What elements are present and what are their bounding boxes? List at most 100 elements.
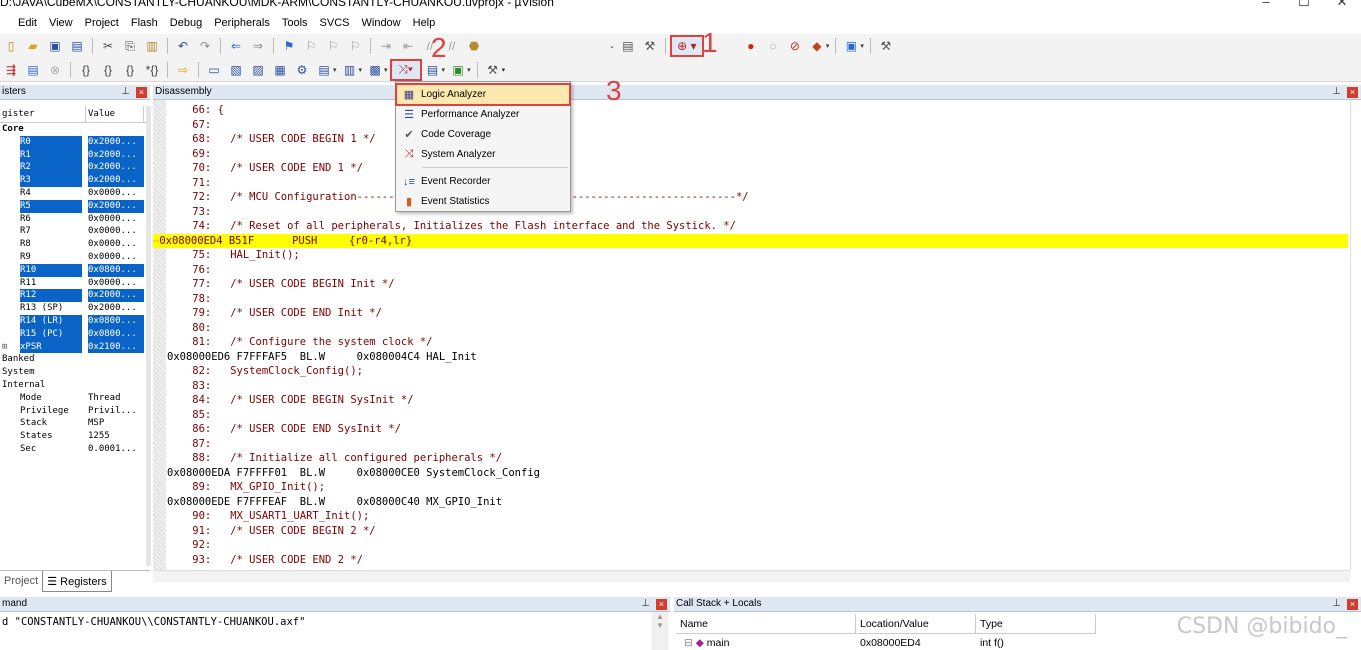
- navigate-back-icon[interactable]: ⇐: [227, 37, 245, 55]
- stop-icon[interactable]: ⊗: [46, 61, 64, 79]
- type-column-header[interactable]: Type: [976, 614, 1096, 634]
- pin-icon[interactable]: ⊥: [121, 85, 130, 99]
- toolbox-icon[interactable]: ⚒: [484, 61, 502, 79]
- menu-svcs[interactable]: SVCS: [314, 17, 356, 29]
- source-line[interactable]: 73:: [153, 205, 1348, 220]
- step-out-icon[interactable]: {}: [121, 61, 139, 79]
- register-value[interactable]: 0x0800...: [88, 314, 144, 328]
- watch-window-icon[interactable]: ▤: [315, 61, 333, 79]
- register-row[interactable]: R11 0x0000...: [0, 277, 146, 290]
- command-window-icon[interactable]: ▭: [205, 61, 223, 79]
- menu-flash[interactable]: Flash: [125, 17, 164, 29]
- indent-icon[interactable]: ⇥: [377, 37, 395, 55]
- source-line[interactable]: 89: MX_GPIO_Init();: [153, 480, 1348, 495]
- close-button[interactable]: ✕: [1323, 0, 1361, 10]
- source-line[interactable]: 90: MX_USART1_UART_Init();: [153, 509, 1348, 524]
- close-icon[interactable]: ×: [656, 599, 667, 610]
- register-row[interactable]: States 1255: [0, 430, 146, 443]
- command-scrollbar[interactable]: ▲ ▼: [652, 612, 668, 650]
- registers-scrollbar[interactable]: [146, 106, 151, 566]
- register-value[interactable]: 0x2000...: [88, 148, 144, 162]
- register-value[interactable]: 0x2000...: [88, 161, 144, 175]
- breakpoint-list-icon[interactable]: ◆: [808, 37, 826, 55]
- register-value[interactable]: 1255: [88, 430, 110, 443]
- source-line[interactable]: 81: /* Configure the system clock */: [153, 335, 1348, 350]
- menu-tools[interactable]: Tools: [276, 17, 314, 29]
- analysis-windows-icon[interactable]: ⤨▾: [389, 58, 422, 81]
- register-row[interactable]: R14 (LR) 0x0800...: [0, 314, 146, 328]
- dropdown-arrow-icon[interactable]: ▾: [333, 66, 337, 74]
- disassembly-window-icon[interactable]: ▧: [227, 61, 245, 79]
- menu-view[interactable]: View: [43, 17, 79, 29]
- menu-item-event-recorder[interactable]: ↓≡ Event Recorder: [397, 172, 569, 191]
- dropdown-arrow-icon[interactable]: ▾: [860, 42, 864, 50]
- register-value[interactable]: 0x2000...: [88, 135, 144, 149]
- breakpoint-icon[interactable]: ●: [742, 37, 760, 55]
- register-value[interactable]: 0x2100...: [88, 340, 144, 354]
- register-value[interactable]: 0x2000...: [88, 199, 144, 213]
- assembly-line[interactable]: 0x08000EDE F7FFFEAF BL.W 0x08000C40 MX_G…: [153, 495, 1348, 510]
- register-row[interactable]: R12 0x2000...: [0, 289, 146, 303]
- system-viewer-icon[interactable]: ▣: [449, 61, 467, 79]
- find-dropdown-icon[interactable]: ⌄: [609, 42, 615, 50]
- source-line[interactable]: 77: /* USER CODE BEGIN Init */: [153, 277, 1348, 292]
- register-row[interactable]: R1 0x2000...: [0, 148, 146, 162]
- tab-project[interactable]: Project: [0, 571, 42, 592]
- source-line[interactable]: 91: /* USER CODE BEGIN 2 */: [153, 524, 1348, 539]
- value-column-header[interactable]: Value: [86, 106, 144, 122]
- undo-icon[interactable]: ↶: [174, 37, 192, 55]
- source-line[interactable]: 66: {: [153, 103, 1348, 118]
- assembly-line[interactable]: 0x08000ED6 F7FFFAF5 BL.W 0x080004C4 HAL_…: [153, 350, 1348, 365]
- registers-window-icon[interactable]: ▦: [271, 61, 289, 79]
- breakpoint-kill-icon[interactable]: ⊘: [786, 37, 804, 55]
- register-row[interactable]: Privilege Privil...: [0, 405, 146, 418]
- save-icon[interactable]: ▣: [46, 37, 64, 55]
- register-value[interactable]: 0x2000...: [88, 302, 137, 315]
- dropdown-arrow-icon[interactable]: ▾: [359, 66, 363, 74]
- disassembly-vertical-scrollbar[interactable]: [1350, 100, 1361, 570]
- breakpoint-disable-icon[interactable]: ○: [764, 37, 782, 55]
- configure-icon[interactable]: ⚒: [877, 37, 895, 55]
- bookmark-clear-icon[interactable]: ⚐: [346, 37, 364, 55]
- dropdown-arrow-icon[interactable]: ▾: [502, 66, 506, 74]
- register-value[interactable]: 0x0000...: [88, 238, 137, 251]
- register-row[interactable]: R8 0x0000...: [0, 238, 146, 251]
- maximize-button[interactable]: ☐: [1285, 0, 1323, 10]
- reset-cpu-icon[interactable]: ⇶: [2, 61, 20, 79]
- register-row[interactable]: System: [0, 366, 146, 379]
- source-line[interactable]: 86: /* USER CODE END SysInit */: [153, 422, 1348, 437]
- menu-item-performance-analyzer[interactable]: ☰ Performance Analyzer: [397, 105, 569, 124]
- assembly-line[interactable]: 0x08000EDA F7FFFF01 BL.W 0x08000CE0 Syst…: [153, 466, 1348, 481]
- serial-window-icon[interactable]: ▩: [366, 61, 384, 79]
- register-row[interactable]: R0 0x2000...: [0, 135, 146, 149]
- location-column-header[interactable]: Location/Value: [856, 614, 976, 634]
- register-row[interactable]: R3 0x2000...: [0, 174, 146, 187]
- new-file-icon[interactable]: ▯: [2, 37, 20, 55]
- register-value[interactable]: 0x0000...: [88, 251, 137, 264]
- copy-icon[interactable]: ⎘: [121, 37, 139, 55]
- bookmark-icon[interactable]: ⚑: [280, 37, 298, 55]
- register-value[interactable]: 0x0000...: [88, 225, 137, 238]
- paste-icon[interactable]: ▥: [143, 37, 161, 55]
- source-line[interactable]: 78:: [153, 292, 1348, 307]
- register-value[interactable]: 0x0000...: [88, 213, 137, 226]
- source-line[interactable]: 69:: [153, 147, 1348, 162]
- menu-window[interactable]: Window: [356, 17, 407, 29]
- source-line[interactable]: 70: /* USER CODE END 1 */: [153, 161, 1348, 176]
- memory-window-icon[interactable]: ▥: [341, 61, 359, 79]
- trace-icon[interactable]: ▤: [424, 61, 442, 79]
- source-line[interactable]: 85:: [153, 408, 1348, 423]
- register-row[interactable]: Core: [0, 123, 146, 136]
- register-row[interactable]: Mode Thread: [0, 392, 146, 405]
- menu-peripherals[interactable]: Peripherals: [208, 17, 276, 29]
- name-column-header[interactable]: Name: [676, 614, 856, 634]
- dropdown-arrow-icon[interactable]: ▾: [442, 66, 446, 74]
- register-row[interactable]: R9 0x0000...: [0, 251, 146, 264]
- redo-icon[interactable]: ↷: [196, 37, 214, 55]
- source-line[interactable]: 84: /* USER CODE BEGIN SysInit */: [153, 393, 1348, 408]
- save-all-icon[interactable]: ▤: [68, 37, 86, 55]
- source-line[interactable]: 83:: [153, 379, 1348, 394]
- source-line[interactable]: 72: /* MCU Configuration----------------…: [153, 190, 1348, 205]
- register-row[interactable]: R13 (SP) 0x2000...: [0, 302, 146, 315]
- register-row[interactable]: R6 0x0000...: [0, 213, 146, 226]
